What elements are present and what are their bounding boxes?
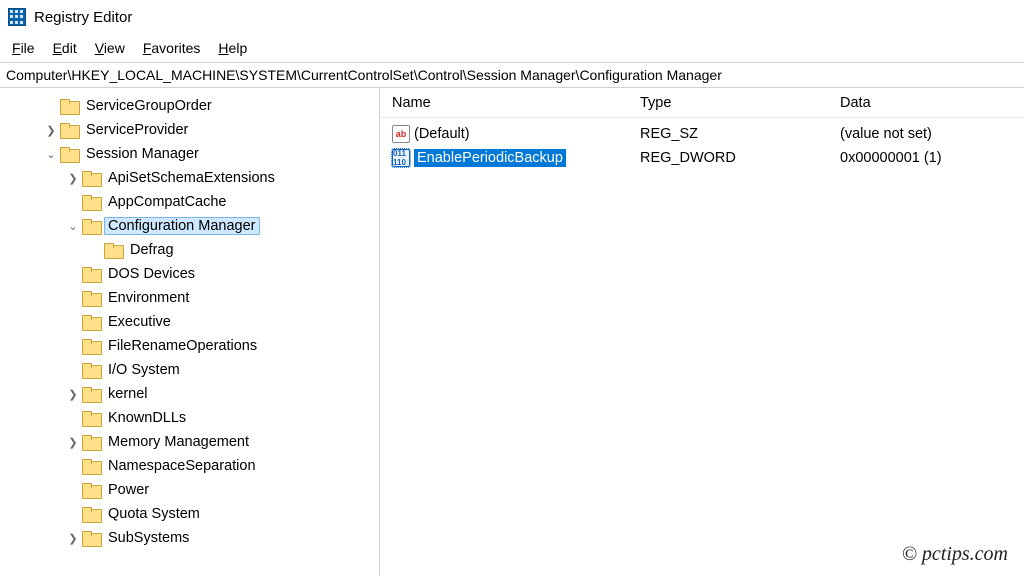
- tree-node-label: KnownDLLs: [104, 409, 190, 427]
- folder-icon: [82, 507, 100, 521]
- menu-favorites[interactable]: Favorites: [135, 37, 209, 59]
- tree-node[interactable]: ·DOS Devices: [0, 262, 379, 286]
- list-body: ab(Default) REG_SZ(value not set) 011 110E…: [380, 118, 1024, 170]
- regedit-icon: [8, 8, 26, 26]
- value-type: REG_DWORD: [640, 150, 840, 166]
- tree-node[interactable]: ·FileRenameOperations: [0, 334, 379, 358]
- chevron-down-icon[interactable]: ⌄: [66, 220, 80, 233]
- tree-node[interactable]: ⌄ Configuration Manager: [0, 214, 379, 238]
- value-name: EnablePeriodicBackup: [414, 149, 566, 167]
- tree-node[interactable]: ·Executive: [0, 310, 379, 334]
- window-title: Registry Editor: [34, 9, 132, 26]
- tree-node-label: Session Manager: [82, 145, 203, 163]
- tree-node[interactable]: ·Environment: [0, 286, 379, 310]
- list-header[interactable]: Name Type Data: [380, 88, 1024, 118]
- value-row[interactable]: ab(Default) REG_SZ(value not set): [380, 122, 1024, 146]
- registry-editor-window: Registry Editor File Edit View Favorites…: [0, 0, 1024, 576]
- folder-icon: [82, 531, 100, 545]
- tree-node-label: DOS Devices: [104, 265, 199, 283]
- tree-node-label: I/O System: [104, 361, 184, 379]
- value-name: (Default): [414, 126, 470, 142]
- menu-edit[interactable]: Edit: [45, 37, 85, 59]
- tree-node-label: FileRenameOperations: [104, 337, 261, 355]
- tree-node-label: Power: [104, 481, 153, 499]
- tree-node[interactable]: ·ServiceGroupOrder: [0, 94, 379, 118]
- folder-icon: [82, 483, 100, 497]
- title-bar[interactable]: Registry Editor: [0, 0, 1024, 34]
- folder-icon: [82, 339, 100, 353]
- menu-view[interactable]: View: [87, 37, 133, 59]
- tree-node[interactable]: ·Power: [0, 478, 379, 502]
- values-pane[interactable]: Name Type Data ab(Default) REG_SZ(value n…: [380, 88, 1024, 576]
- tree-node-label: Quota System: [104, 505, 204, 523]
- main-panes: ·ServiceGroupOrder ❯ ServiceProvider ⌄ Sessi…: [0, 88, 1024, 576]
- value-data: 0x00000001 (1): [840, 150, 1024, 166]
- tree-node-label: AppCompatCache: [104, 193, 231, 211]
- address-path: Computer\HKEY_LOCAL_MACHINE\SYSTEM\Curre…: [6, 67, 722, 83]
- folder-icon: [82, 363, 100, 377]
- tree-node-label: Executive: [104, 313, 175, 331]
- folder-icon: [82, 435, 100, 449]
- tree-node[interactable]: ·AppCompatCache: [0, 190, 379, 214]
- tree-node-label: Environment: [104, 289, 193, 307]
- menu-bar: File Edit View Favorites Help: [0, 34, 1024, 62]
- tree-node-label: SubSystems: [104, 529, 193, 547]
- value-type: REG_SZ: [640, 126, 840, 142]
- folder-icon: [82, 459, 100, 473]
- folder-icon: [82, 387, 100, 401]
- folder-icon: [82, 267, 100, 281]
- tree-node-label: Configuration Manager: [104, 217, 260, 235]
- folder-icon: [82, 219, 100, 233]
- menu-help[interactable]: Help: [210, 37, 255, 59]
- value-row[interactable]: 011 110EnablePeriodicBackup REG_DWORD0x00…: [380, 146, 1024, 170]
- tree-node[interactable]: ❯ kernel: [0, 382, 379, 406]
- tree-node-label: Memory Management: [104, 433, 253, 451]
- folder-icon: [60, 99, 78, 113]
- folder-icon: [104, 243, 122, 257]
- dword-value-icon: 011 110: [392, 149, 410, 167]
- tree-node-label: kernel: [104, 385, 152, 403]
- tree-node-label: ApiSetSchemaExtensions: [104, 169, 279, 187]
- string-value-icon: ab: [392, 125, 410, 143]
- header-type[interactable]: Type: [640, 95, 840, 111]
- tree-node-label: Defrag: [126, 241, 178, 259]
- menu-file[interactable]: File: [4, 37, 43, 59]
- header-name[interactable]: Name: [380, 95, 640, 111]
- folder-icon: [82, 291, 100, 305]
- chevron-right-icon[interactable]: ❯: [66, 532, 80, 545]
- folder-icon: [82, 411, 100, 425]
- chevron-right-icon[interactable]: ❯: [44, 124, 58, 137]
- tree-node[interactable]: ·KnownDLLs: [0, 406, 379, 430]
- tree-node[interactable]: ❯ ApiSetSchemaExtensions: [0, 166, 379, 190]
- folder-icon: [60, 147, 78, 161]
- chevron-down-icon[interactable]: ⌄: [44, 148, 58, 161]
- tree-node-label: NamespaceSeparation: [104, 457, 260, 475]
- header-data[interactable]: Data: [840, 95, 1024, 111]
- tree-node[interactable]: ❯ ServiceProvider: [0, 118, 379, 142]
- value-data: (value not set): [840, 126, 1024, 142]
- tree-node-label: ServiceGroupOrder: [82, 97, 216, 115]
- folder-icon: [60, 123, 78, 137]
- chevron-right-icon[interactable]: ❯: [66, 436, 80, 449]
- registry-tree: ·ServiceGroupOrder ❯ ServiceProvider ⌄ Sessi…: [0, 94, 379, 550]
- watermark-text: © pctips.com: [902, 543, 1008, 566]
- tree-node[interactable]: ·Quota System: [0, 502, 379, 526]
- tree-node[interactable]: ·Defrag: [0, 238, 379, 262]
- folder-icon: [82, 315, 100, 329]
- tree-node[interactable]: ❯ SubSystems: [0, 526, 379, 550]
- chevron-right-icon[interactable]: ❯: [66, 388, 80, 401]
- tree-node[interactable]: ·NamespaceSeparation: [0, 454, 379, 478]
- tree-node[interactable]: ·I/O System: [0, 358, 379, 382]
- tree-node[interactable]: ❯ Memory Management: [0, 430, 379, 454]
- folder-icon: [82, 195, 100, 209]
- address-bar[interactable]: Computer\HKEY_LOCAL_MACHINE\SYSTEM\Curre…: [0, 62, 1024, 88]
- tree-pane[interactable]: ·ServiceGroupOrder ❯ ServiceProvider ⌄ Sessi…: [0, 88, 380, 576]
- tree-node-label: ServiceProvider: [82, 121, 192, 139]
- chevron-right-icon[interactable]: ❯: [66, 172, 80, 185]
- folder-icon: [82, 171, 100, 185]
- tree-node[interactable]: ⌄ Session Manager: [0, 142, 379, 166]
